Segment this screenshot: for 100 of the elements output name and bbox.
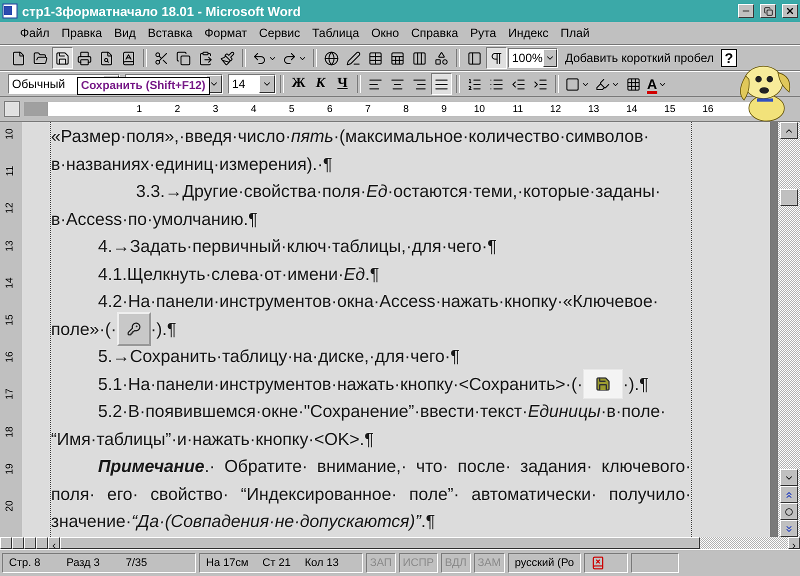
menu-item[interactable]: Индекс bbox=[502, 24, 555, 42]
double-down-arrow-icon bbox=[784, 524, 794, 534]
view-button[interactable] bbox=[12, 537, 24, 549]
text-line: 5.→Сохранить·таблицу·на·диске,·для·чего·¶ bbox=[98, 345, 460, 368]
ruler-number: 14 bbox=[5, 277, 17, 288]
view-button[interactable] bbox=[36, 537, 48, 549]
restore-button[interactable] bbox=[760, 4, 776, 18]
scroll-left-button[interactable] bbox=[48, 537, 60, 549]
menu-item[interactable]: Рута bbox=[464, 24, 502, 42]
menu-item[interactable]: Плай bbox=[554, 24, 596, 42]
text-line: 4.→Задать·первичный·ключ·таблицы,·для·чего·¶ bbox=[98, 235, 497, 258]
book-icon bbox=[121, 50, 136, 66]
menu-item[interactable]: Правка bbox=[56, 24, 108, 42]
menu-item[interactable]: Таблица bbox=[306, 24, 366, 42]
menu-item[interactable]: Сервис bbox=[253, 24, 306, 42]
minimize-button[interactable] bbox=[738, 4, 754, 18]
text-line: поле»·(· bbox=[51, 318, 117, 341]
scroll-up-button[interactable] bbox=[780, 122, 798, 139]
text-line: ·).¶ bbox=[622, 372, 649, 396]
ruler-number: 18 bbox=[5, 426, 17, 438]
text-line: значение·“Да·(Совпадения·не·допускаются)”.¶ bbox=[51, 510, 436, 533]
printer-icon bbox=[77, 50, 92, 66]
menu-item[interactable]: Справка bbox=[405, 24, 464, 42]
status-text: Стр. 8 bbox=[9, 557, 40, 569]
shapes-icon bbox=[434, 50, 449, 66]
text-line: Примечание.· Обратите· внимание,· что· после· задания· ключевого· bbox=[98, 455, 691, 478]
ruler-number: 15 bbox=[5, 314, 17, 326]
tooltip: Сохранить (Shift+F12) bbox=[77, 77, 210, 95]
ruler-number: 10 bbox=[5, 128, 17, 140]
pilcrow-icon bbox=[489, 50, 504, 66]
menu-item[interactable]: Окно bbox=[365, 24, 406, 42]
menu-item[interactable]: Вид bbox=[108, 24, 142, 42]
align-left-icon bbox=[368, 76, 383, 92]
increase-indent-icon bbox=[533, 76, 548, 92]
previous-page-button[interactable] bbox=[780, 486, 798, 503]
tab-selector[interactable] bbox=[4, 101, 20, 117]
redo-icon bbox=[282, 50, 297, 66]
status-text: 7/35 bbox=[126, 557, 148, 569]
ruler-number: 16 bbox=[5, 352, 17, 363]
ruler-number: 2 bbox=[174, 104, 180, 114]
ruler-number: 20 bbox=[5, 500, 17, 512]
menu-item[interactable]: Формат bbox=[198, 24, 254, 42]
restore-icon bbox=[764, 6, 772, 16]
double-up-arrow-icon bbox=[784, 490, 794, 500]
numbered-list-icon bbox=[467, 76, 482, 92]
status-text: Кол 13 bbox=[304, 557, 339, 569]
ruler-number: 6 bbox=[326, 104, 333, 114]
status-text: На 17см bbox=[206, 557, 248, 569]
ruler-number: 8 bbox=[402, 104, 409, 114]
text-style-button[interactable]: Ж bbox=[288, 73, 309, 95]
text-line: 3.3.→Другие·свойства·поля·Ед·остаются·теми,·которые·заданы· bbox=[136, 180, 661, 203]
ruler-number: 7 bbox=[364, 104, 371, 114]
menu-item[interactable]: Файл bbox=[14, 24, 56, 42]
align-justify-button[interactable] bbox=[431, 73, 452, 95]
ruler-number: 12 bbox=[5, 202, 17, 214]
key-icon bbox=[126, 322, 141, 336]
floppy-disk-button[interactable] bbox=[52, 47, 73, 69]
text-style-button[interactable]: К bbox=[310, 73, 331, 95]
table-icon bbox=[368, 50, 383, 66]
ruler-number: 17 bbox=[5, 388, 17, 400]
command-label[interactable]: Добавить короткий пробел bbox=[559, 51, 720, 65]
new-document-icon bbox=[11, 50, 26, 66]
bulleted-list-icon bbox=[489, 76, 504, 92]
font-color-button[interactable]: A bbox=[645, 73, 670, 95]
scroll-right-button[interactable] bbox=[788, 537, 800, 549]
close-button[interactable] bbox=[782, 4, 798, 18]
ruler-number: 14 bbox=[625, 104, 638, 114]
text-line: ·).¶ bbox=[150, 318, 176, 341]
ruler-number: 12 bbox=[549, 104, 562, 114]
window-title: стр1-3форматначало 18.01 - Microsoft Word bbox=[22, 4, 302, 18]
text-line: в·названиях·единиц·измерения).·¶ bbox=[51, 152, 332, 176]
align-right-icon bbox=[412, 76, 427, 92]
scroll-down-button[interactable] bbox=[780, 469, 798, 486]
ruler-number: 13 bbox=[5, 240, 17, 252]
scrollbar-thumb[interactable] bbox=[780, 189, 798, 206]
text-line: «Размер·поля»,·введя·число·пять·(максимальное·количество·символов· bbox=[51, 125, 650, 148]
view-button[interactable] bbox=[24, 537, 36, 549]
close-icon bbox=[785, 6, 795, 16]
print-preview-icon bbox=[99, 50, 114, 66]
menu-item[interactable]: Вставка bbox=[142, 24, 198, 42]
document-icon bbox=[2, 3, 18, 19]
text-line: 5.1·На·панели·инструментов·нажать·кнопку·<Сохранить>·(· bbox=[98, 372, 583, 396]
font-size-combo[interactable]: 14 bbox=[228, 74, 276, 94]
document-map-icon bbox=[467, 50, 482, 66]
text-style-button[interactable]: Ч bbox=[332, 73, 353, 95]
zoom-combo[interactable]: 100% bbox=[508, 48, 558, 68]
globe-icon bbox=[324, 50, 339, 66]
next-page-button[interactable] bbox=[780, 520, 798, 537]
ruler-number: 4 bbox=[250, 104, 256, 114]
clipboard-icon bbox=[198, 50, 213, 66]
view-button[interactable] bbox=[0, 537, 12, 549]
status-text: Разд 3 bbox=[66, 557, 100, 569]
browse-object-button[interactable] bbox=[780, 503, 798, 520]
help-button[interactable]: ? bbox=[720, 49, 737, 67]
undo-icon bbox=[252, 50, 267, 66]
columns-icon bbox=[412, 50, 427, 66]
scrollbar-thumb[interactable] bbox=[60, 537, 700, 549]
pilcrow-button[interactable] bbox=[486, 47, 507, 69]
ruler-number: 16 bbox=[701, 104, 714, 114]
ruler-number: 1 bbox=[136, 104, 142, 114]
